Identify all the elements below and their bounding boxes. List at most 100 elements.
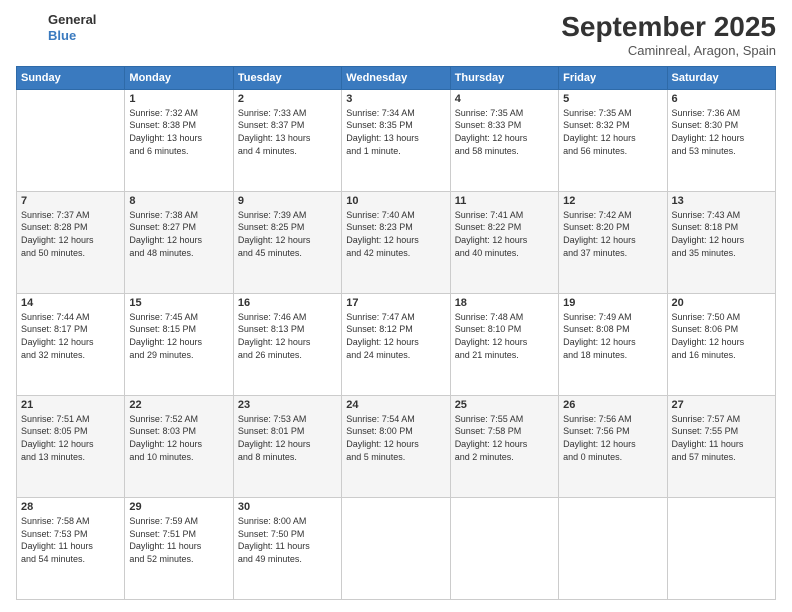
header: General Blue September 2025 Caminreal, A…	[16, 12, 776, 58]
day-number: 27	[672, 399, 771, 411]
cell-info: Sunrise: 7:43 AM Sunset: 8:18 PM Dayligh…	[672, 209, 771, 259]
cell-info: Sunrise: 7:38 AM Sunset: 8:27 PM Dayligh…	[129, 209, 228, 259]
day-number: 4	[455, 93, 554, 105]
logo-line2: Blue	[48, 28, 76, 43]
calendar-cell	[342, 497, 450, 599]
day-number: 13	[672, 195, 771, 207]
day-number: 28	[21, 501, 120, 513]
cell-info: Sunrise: 7:56 AM Sunset: 7:56 PM Dayligh…	[563, 413, 662, 463]
cell-info: Sunrise: 7:47 AM Sunset: 8:12 PM Dayligh…	[346, 311, 445, 361]
calendar-cell: 25 Sunrise: 7:55 AM Sunset: 7:58 PM Dayli…	[450, 395, 558, 497]
cell-info: Sunrise: 7:32 AM Sunset: 8:38 PM Dayligh…	[129, 107, 228, 157]
cell-info: Sunrise: 7:41 AM Sunset: 8:22 PM Dayligh…	[455, 209, 554, 259]
cell-info: Sunrise: 7:35 AM Sunset: 8:33 PM Dayligh…	[455, 107, 554, 157]
calendar-cell: 28 Sunrise: 7:58 AM Sunset: 7:53 PM Dayli…	[17, 497, 125, 599]
day-number: 20	[672, 297, 771, 309]
calendar-cell: 10 Sunrise: 7:40 AM Sunset: 8:23 PM Dayli…	[342, 191, 450, 293]
day-header-wednesday: Wednesday	[342, 66, 450, 89]
calendar-cell: 11 Sunrise: 7:41 AM Sunset: 8:22 PM Dayli…	[450, 191, 558, 293]
day-number: 19	[563, 297, 662, 309]
day-number: 2	[238, 93, 337, 105]
calendar-week-3: 14 Sunrise: 7:44 AM Sunset: 8:17 PM Dayli…	[17, 293, 776, 395]
calendar-cell: 15Sunrise: 7:45 AM Sunset: 8:15 PM Dayli…	[125, 293, 233, 395]
logo-icon	[16, 14, 44, 42]
logo: General Blue	[16, 12, 96, 43]
calendar-cell: 16 Sunrise: 7:46 AM Sunset: 8:13 PM Dayli…	[233, 293, 341, 395]
calendar-cell: 17 Sunrise: 7:47 AM Sunset: 8:12 PM Dayli…	[342, 293, 450, 395]
calendar-cell: 8 Sunrise: 7:38 AM Sunset: 8:27 PM Daylig…	[125, 191, 233, 293]
cell-info: Sunrise: 7:36 AM Sunset: 8:30 PM Dayligh…	[672, 107, 771, 157]
calendar-cell: 4 Sunrise: 7:35 AM Sunset: 8:33 PM Daylig…	[450, 89, 558, 191]
cell-info: Sunrise: 7:39 AM Sunset: 8:25 PM Dayligh…	[238, 209, 337, 259]
cell-info: Sunrise: 7:37 AM Sunset: 8:28 PM Dayligh…	[21, 209, 120, 259]
day-number: 10	[346, 195, 445, 207]
day-number: 29	[129, 501, 228, 513]
calendar-week-5: 28 Sunrise: 7:58 AM Sunset: 7:53 PM Dayli…	[17, 497, 776, 599]
calendar-cell	[667, 497, 775, 599]
calendar-cell: 19 Sunrise: 7:49 AM Sunset: 8:08 PM Dayli…	[559, 293, 667, 395]
calendar-header-row: SundayMondayTuesdayWednesdayThursdayFrid…	[17, 66, 776, 89]
day-number: 12	[563, 195, 662, 207]
calendar-cell: 18Sunrise: 7:48 AM Sunset: 8:10 PM Dayli…	[450, 293, 558, 395]
calendar-cell: 26 Sunrise: 7:56 AM Sunset: 7:56 PM Dayli…	[559, 395, 667, 497]
calendar-week-2: 7Sunrise: 7:37 AM Sunset: 8:28 PM Daylig…	[17, 191, 776, 293]
day-header-sunday: Sunday	[17, 66, 125, 89]
cell-info: Sunrise: 7:40 AM Sunset: 8:23 PM Dayligh…	[346, 209, 445, 259]
calendar-cell: 30 Sunrise: 8:00 AM Sunset: 7:50 PM Dayli…	[233, 497, 341, 599]
calendar-cell	[450, 497, 558, 599]
cell-info: Sunrise: 7:44 AM Sunset: 8:17 PM Dayligh…	[21, 311, 120, 361]
day-number: 18	[455, 297, 554, 309]
cell-info: Sunrise: 7:55 AM Sunset: 7:58 PM Dayligh…	[455, 413, 554, 463]
day-number: 3	[346, 93, 445, 105]
day-header-tuesday: Tuesday	[233, 66, 341, 89]
calendar-cell: 1Sunrise: 7:32 AM Sunset: 8:38 PM Daylig…	[125, 89, 233, 191]
day-number: 17	[346, 297, 445, 309]
cell-info: Sunrise: 7:42 AM Sunset: 8:20 PM Dayligh…	[563, 209, 662, 259]
cell-info: Sunrise: 7:52 AM Sunset: 8:03 PM Dayligh…	[129, 413, 228, 463]
cell-info: Sunrise: 7:46 AM Sunset: 8:13 PM Dayligh…	[238, 311, 337, 361]
calendar-cell	[559, 497, 667, 599]
cell-info: Sunrise: 7:58 AM Sunset: 7:53 PM Dayligh…	[21, 515, 120, 565]
day-number: 23	[238, 399, 337, 411]
calendar-cell: 5Sunrise: 7:35 AM Sunset: 8:32 PM Daylig…	[559, 89, 667, 191]
calendar-cell: 13 Sunrise: 7:43 AM Sunset: 8:18 PM Dayli…	[667, 191, 775, 293]
day-header-monday: Monday	[125, 66, 233, 89]
calendar-cell: 24Sunrise: 7:54 AM Sunset: 8:00 PM Dayli…	[342, 395, 450, 497]
cell-info: Sunrise: 7:59 AM Sunset: 7:51 PM Dayligh…	[129, 515, 228, 565]
calendar-cell: 21Sunrise: 7:51 AM Sunset: 8:05 PM Dayli…	[17, 395, 125, 497]
day-number: 22	[129, 399, 228, 411]
calendar-cell: 9Sunrise: 7:39 AM Sunset: 8:25 PM Daylig…	[233, 191, 341, 293]
cell-info: Sunrise: 7:53 AM Sunset: 8:01 PM Dayligh…	[238, 413, 337, 463]
location: Caminreal, Aragon, Spain	[561, 43, 776, 58]
day-number: 25	[455, 399, 554, 411]
day-number: 15	[129, 297, 228, 309]
cell-info: Sunrise: 7:49 AM Sunset: 8:08 PM Dayligh…	[563, 311, 662, 361]
title-block: September 2025 Caminreal, Aragon, Spain	[561, 12, 776, 58]
day-number: 8	[129, 195, 228, 207]
day-number: 26	[563, 399, 662, 411]
day-number: 30	[238, 501, 337, 513]
calendar-cell: 22 Sunrise: 7:52 AM Sunset: 8:03 PM Dayli…	[125, 395, 233, 497]
logo-text: General Blue	[48, 12, 96, 43]
calendar-cell: 27Sunrise: 7:57 AM Sunset: 7:55 PM Dayli…	[667, 395, 775, 497]
logo-line1: General	[48, 12, 96, 28]
calendar-cell: 7Sunrise: 7:37 AM Sunset: 8:28 PM Daylig…	[17, 191, 125, 293]
day-number: 11	[455, 195, 554, 207]
cell-info: Sunrise: 8:00 AM Sunset: 7:50 PM Dayligh…	[238, 515, 337, 565]
calendar-week-4: 21Sunrise: 7:51 AM Sunset: 8:05 PM Dayli…	[17, 395, 776, 497]
day-header-thursday: Thursday	[450, 66, 558, 89]
page: General Blue September 2025 Caminreal, A…	[0, 0, 792, 612]
day-number: 6	[672, 93, 771, 105]
calendar-cell: 2 Sunrise: 7:33 AM Sunset: 8:37 PM Daylig…	[233, 89, 341, 191]
day-header-saturday: Saturday	[667, 66, 775, 89]
day-number: 24	[346, 399, 445, 411]
cell-info: Sunrise: 7:51 AM Sunset: 8:05 PM Dayligh…	[21, 413, 120, 463]
day-number: 14	[21, 297, 120, 309]
cell-info: Sunrise: 7:33 AM Sunset: 8:37 PM Dayligh…	[238, 107, 337, 157]
calendar-cell: 3Sunrise: 7:34 AM Sunset: 8:35 PM Daylig…	[342, 89, 450, 191]
calendar-cell: 20Sunrise: 7:50 AM Sunset: 8:06 PM Dayli…	[667, 293, 775, 395]
calendar-cell: 6 Sunrise: 7:36 AM Sunset: 8:30 PM Daylig…	[667, 89, 775, 191]
day-number: 16	[238, 297, 337, 309]
day-header-friday: Friday	[559, 66, 667, 89]
day-number: 5	[563, 93, 662, 105]
